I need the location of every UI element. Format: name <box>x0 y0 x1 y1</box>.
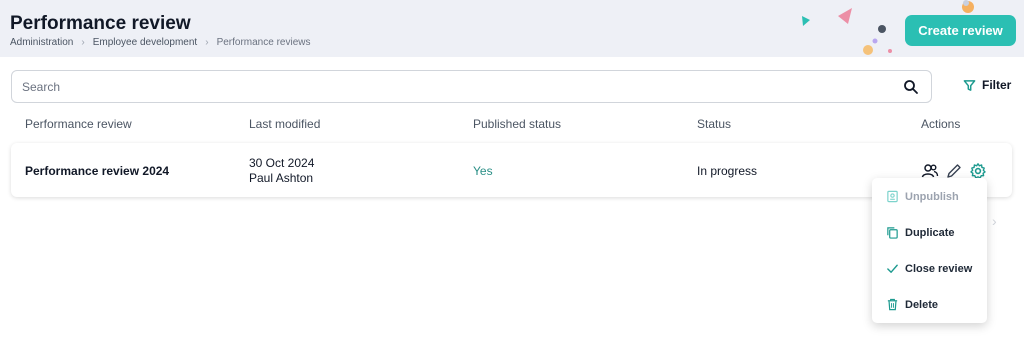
menu-item-delete[interactable]: Delete <box>886 298 938 311</box>
unpublish-icon <box>887 190 898 203</box>
search-box <box>11 70 932 103</box>
breadcrumb-employee-development[interactable]: Employee development <box>93 37 198 48</box>
breadcrumb-administration[interactable]: Administration <box>10 37 73 48</box>
column-header-actions: Actions <box>921 117 961 131</box>
breadcrumb-performance-reviews: Performance reviews <box>216 37 311 48</box>
modified-date: 30 Oct 2024 <box>249 156 315 170</box>
column-header-status[interactable]: Status <box>697 117 731 131</box>
breadcrumb: Administration › Employee development › … <box>10 37 310 48</box>
page-header: Performance review Administration › Empl… <box>0 0 1024 57</box>
chevron-right-icon: › <box>81 37 85 48</box>
row-actions-menu: Unpublish Duplicate Close review Delete <box>872 178 987 323</box>
trash-icon <box>887 298 898 311</box>
check-icon <box>887 264 898 273</box>
search-icon[interactable] <box>903 79 919 95</box>
column-header-performance-review[interactable]: Performance review <box>25 117 132 131</box>
filter-button[interactable]: Filter <box>963 78 1011 92</box>
column-header-published-status[interactable]: Published status <box>473 117 561 131</box>
create-review-button[interactable]: Create review <box>905 15 1016 46</box>
review-status: In progress <box>697 164 758 178</box>
review-name[interactable]: Performance review 2024 <box>25 164 169 178</box>
published-status: Yes <box>473 164 493 178</box>
menu-item-duplicate[interactable]: Duplicate <box>886 226 955 239</box>
search-input[interactable] <box>22 71 882 102</box>
menu-item-unpublish[interactable]: Unpublish <box>886 190 959 203</box>
filter-icon <box>963 79 976 91</box>
table-row[interactable]: Performance review 2024 30 Oct 2024 Paul… <box>11 143 1012 197</box>
chevron-right-icon: › <box>205 37 209 48</box>
modified-by: Paul Ashton <box>249 171 314 185</box>
filter-label: Filter <box>982 78 1012 92</box>
chevron-right-icon[interactable]: › <box>992 213 997 229</box>
column-header-last-modified[interactable]: Last modified <box>249 117 320 131</box>
copy-icon <box>887 227 898 239</box>
menu-item-close-review[interactable]: Close review <box>886 262 972 275</box>
page-title: Performance review <box>10 13 191 34</box>
